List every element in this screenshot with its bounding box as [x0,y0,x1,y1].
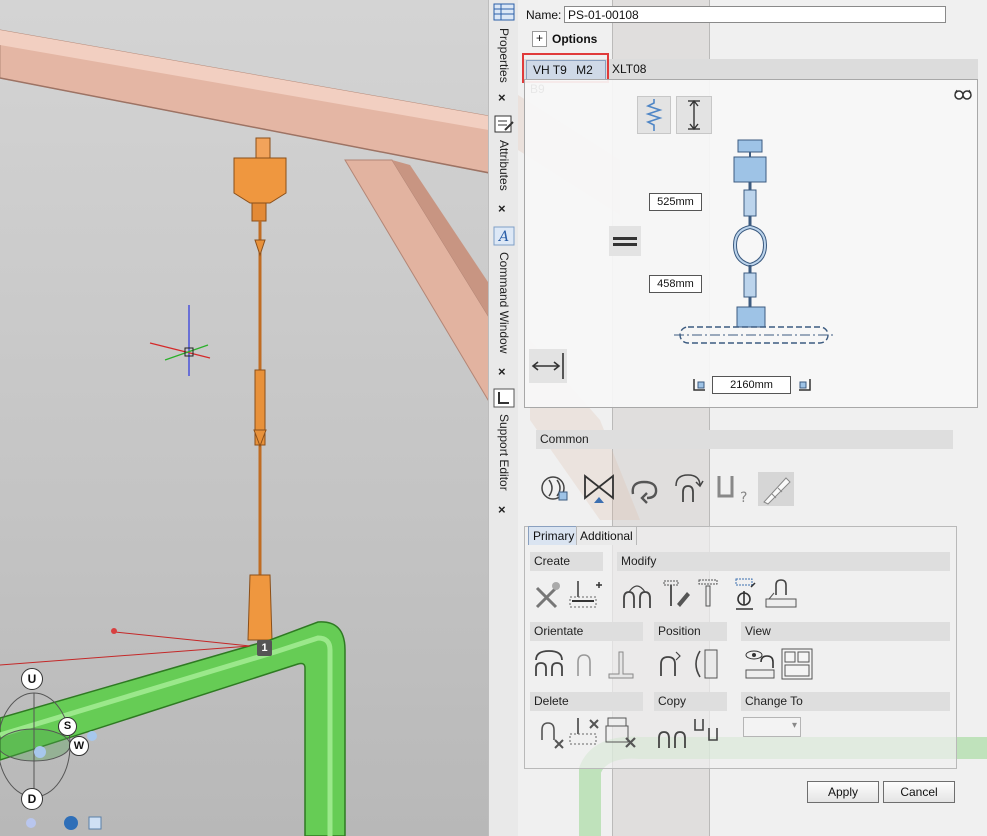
rod-length-icon[interactable] [698,578,718,610]
edit-rod-icon[interactable] [661,578,691,610]
copy-support-icon[interactable] [692,716,722,744]
options-label[interactable]: Options [552,32,597,46]
hanger-assembly-diagram [674,139,836,344]
compass-south-label[interactable]: S [58,717,77,736]
hanger-rotate-icon[interactable] [672,472,704,506]
model-scene[interactable] [0,0,490,836]
double-hanger-icon[interactable] [620,580,654,612]
position-slide-icon[interactable] [690,647,722,681]
compass-up-label[interactable]: U [21,668,43,690]
left-anchor-icon[interactable] [691,376,709,394]
change-to-section-header: Change To [741,692,950,711]
delete-hanger-icon[interactable] [538,718,566,750]
dock-tab-label: Command Window [497,252,511,354]
command-icon: A [493,226,515,246]
name-field[interactable]: PS-01-00108 [564,6,946,23]
position-hanger-icon[interactable] [656,648,682,680]
right-anchor-icon[interactable] [795,376,813,394]
svg-text:A: A [497,229,509,245]
add-component-icon[interactable] [568,579,604,611]
equal-spacing-icon[interactable] [609,226,641,256]
length-dimension-field[interactable]: 2160mm [712,376,791,394]
delete-rod-icon[interactable] [568,716,604,748]
tab-additional[interactable]: Additional [576,526,637,545]
table-icon [493,3,515,21]
tab-primary[interactable]: Primary [528,526,580,545]
attributes-icon [494,115,514,133]
delete-section-header: Delete [530,692,643,711]
support-tab-xlt08[interactable]: XLT08 [609,60,649,79]
support-query-icon[interactable]: ? [716,472,750,506]
chevron-down-icon: ▾ [791,720,797,731]
modify-section-header: Modify [617,552,950,571]
close-attributes-icon[interactable]: × [498,201,506,216]
orientate-bracket-icon[interactable] [605,648,637,680]
pipe-attach-icon[interactable] [539,472,571,504]
orientate-single-icon[interactable] [574,650,594,680]
name-label: Name: [526,8,562,22]
dock-tab-label: Attributes [497,140,511,191]
cancel-button[interactable]: Cancel [883,781,955,803]
dock-tab-label: Support Editor [497,414,511,491]
delete-clamp-icon[interactable] [604,716,638,750]
svg-text:?: ? [740,490,747,506]
position-section-header: Position [654,622,727,641]
support-number-badge[interactable]: 1 [257,640,272,656]
orientate-hanger-icon[interactable] [532,648,566,680]
glasses-icon[interactable] [954,88,972,100]
support-editor-icon [493,388,515,408]
view-layout-icon[interactable] [781,648,813,680]
base-plate-icon[interactable] [764,577,798,611]
close-support-editor-icon[interactable]: × [498,502,506,517]
rotate-icon[interactable] [627,476,661,504]
delete-support-icon[interactable] [532,580,564,612]
apply-button[interactable]: Apply [807,781,879,803]
options-expand-button[interactable]: + [532,31,547,47]
compass-west-label[interactable]: W [69,736,89,756]
dock-tab-label: Properties [497,28,511,83]
dock-tab-attributes[interactable]: Attributes [489,112,519,191]
close-command-window-icon[interactable]: × [498,364,506,379]
dock-tab-support-editor[interactable]: Support Editor [489,386,519,491]
orientate-section-header: Orientate [530,622,643,641]
compass-down-label[interactable]: D [21,788,43,810]
3d-viewport[interactable]: 1 U S W D [0,0,490,836]
vertical-dimension-icon[interactable] [676,96,712,134]
copy-section-header: Copy [654,692,727,711]
create-section-header: Create [530,552,603,571]
measure-icon[interactable] [758,472,794,506]
view-eye-icon[interactable] [744,648,778,680]
close-properties-icon[interactable]: × [498,90,506,105]
copy-hanger-icon[interactable] [655,720,689,752]
spring-icon[interactable] [637,96,671,134]
change-to-dropdown[interactable]: ▾ [743,717,801,737]
dock-tab-properties[interactable]: Properties [489,0,519,83]
view-section-header: View [741,622,950,641]
horizontal-dimension-icon[interactable] [529,349,567,383]
flip-component-icon[interactable] [733,577,761,611]
common-section-header: Common [536,430,953,449]
bowtie-select-icon[interactable] [582,470,616,504]
dock-tab-command-window[interactable]: A Command Window [489,224,519,353]
side-dock: Properties × Attributes × A Command Wind… [488,0,520,836]
